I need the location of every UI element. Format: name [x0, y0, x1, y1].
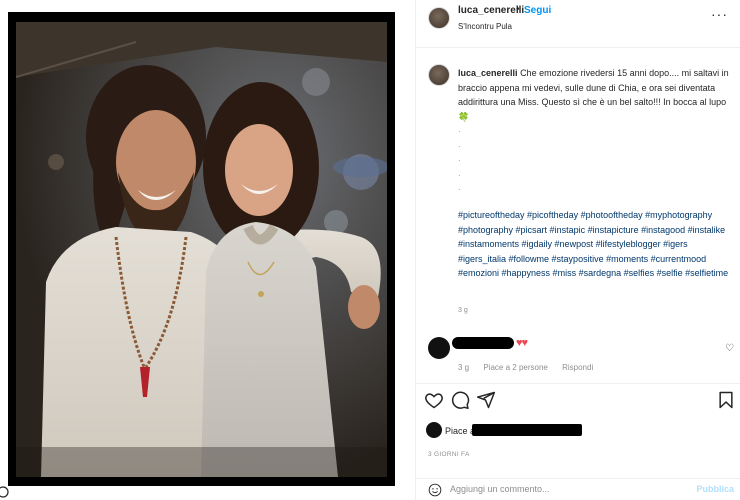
- post-header: luca_cenerelli • Segui • S'Incontru Pula…: [416, 0, 740, 48]
- action-bar: [416, 383, 740, 415]
- dot-line: .: [458, 138, 461, 149]
- likes-avatar[interactable]: [426, 422, 442, 438]
- photo-illustration: [16, 22, 387, 477]
- comment-like-icon[interactable]: ♡: [725, 343, 734, 354]
- share-icon[interactable]: [476, 390, 496, 410]
- comment-likes-link[interactable]: Piace a 2 persone: [483, 363, 548, 372]
- caption-time: 3 g: [458, 307, 468, 314]
- post-date: 3 GIORNI FA: [428, 451, 470, 458]
- partial-emoji-icon: [0, 486, 9, 498]
- bullet-dot: •: [516, 4, 520, 15]
- comment-avatar[interactable]: [428, 337, 450, 359]
- heart-icon[interactable]: [424, 390, 444, 410]
- more-options-icon[interactable]: ···: [711, 6, 728, 22]
- comment-time: 3 g: [458, 363, 470, 372]
- redacted-likers: [472, 424, 582, 436]
- dot-line: .: [458, 153, 461, 163]
- caption-body: luca_cenerelli Che emozione rivedersi 15…: [458, 66, 730, 124]
- emoji-icon[interactable]: [428, 483, 442, 497]
- dot-line: .: [458, 124, 461, 134]
- post-photo[interactable]: [16, 22, 387, 477]
- caption-dots: . . . . .: [458, 122, 461, 195]
- comment-hearts: ♥♥: [516, 337, 528, 349]
- comment-item: ♥♥ 3 g Piace a 2 persone Rispondi ♡: [416, 333, 740, 383]
- dot-line: .: [458, 167, 461, 178]
- photo-frame: [8, 12, 395, 486]
- caption-avatar[interactable]: [428, 64, 450, 86]
- location-link[interactable]: S'Incontru Pula: [458, 22, 512, 31]
- redacted-username: [452, 337, 514, 349]
- publish-button[interactable]: Pubblica: [696, 484, 734, 494]
- dot-line: .: [458, 182, 461, 192]
- bookmark-icon[interactable]: [716, 390, 736, 410]
- caption-hashtags[interactable]: #pictureoftheday #picoftheday #photoofth…: [458, 208, 730, 281]
- instagram-post: luca_cenerelli • Segui • S'Incontru Pula…: [0, 0, 740, 500]
- likes-section: Piace a: [416, 418, 740, 448]
- comment-input[interactable]: [450, 484, 670, 494]
- add-comment-bar: Pubblica: [416, 478, 740, 500]
- post-sidebar: luca_cenerelli • Segui • S'Incontru Pula…: [416, 0, 740, 500]
- comment-meta: 3 g Piace a 2 persone Rispondi: [458, 363, 605, 372]
- avatar[interactable]: [428, 7, 450, 29]
- post-media: [0, 0, 416, 500]
- comment-icon[interactable]: [450, 390, 470, 410]
- likes-prefix: Piace a: [445, 426, 476, 436]
- header-username[interactable]: luca_cenerelli: [458, 5, 524, 16]
- caption-username[interactable]: luca_cenerelli: [458, 68, 518, 78]
- follow-button[interactable]: Segui: [524, 5, 551, 16]
- reply-link[interactable]: Rispondi: [562, 363, 593, 372]
- clover-emoji: 🍀: [458, 111, 470, 122]
